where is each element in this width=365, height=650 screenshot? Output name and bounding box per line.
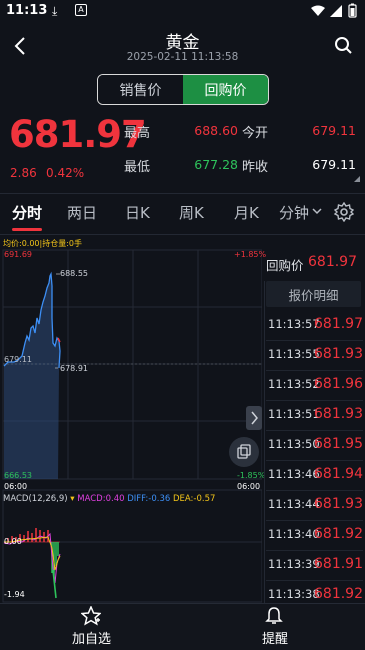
status-time: 11:13 bbox=[6, 3, 48, 18]
row-price: 681.94 bbox=[314, 466, 363, 482]
row-divider bbox=[266, 370, 363, 371]
pct-axis-top: +1.85% bbox=[234, 250, 267, 259]
low-label: 最低 bbox=[124, 160, 151, 175]
macd-params: MACD(12,26,9) bbox=[3, 494, 68, 504]
row-divider bbox=[266, 430, 363, 431]
wifi-icon bbox=[311, 5, 325, 16]
chevron-down-icon[interactable] bbox=[312, 208, 322, 215]
row-time: 11:13:46 bbox=[268, 467, 320, 481]
row-price: 681.92 bbox=[314, 586, 363, 602]
search-icon[interactable] bbox=[334, 36, 354, 56]
signal-icon bbox=[330, 5, 342, 17]
row-price: 681.93 bbox=[314, 496, 363, 512]
tab-minute[interactable]: 分钟 bbox=[279, 202, 309, 223]
tab-two-day[interactable]: 两日 bbox=[67, 202, 97, 223]
row-time: 11:13:51 bbox=[268, 407, 320, 421]
row-time: 11:13:50 bbox=[268, 437, 320, 451]
row-price: 681.95 bbox=[314, 436, 363, 452]
row-time: 11:13:55 bbox=[268, 347, 320, 361]
tab-weekly-k[interactable]: 周K bbox=[179, 202, 204, 223]
row-price: 681.93 bbox=[314, 346, 363, 362]
row-time: 11:13:52 bbox=[268, 377, 320, 391]
bottom-action-bar bbox=[0, 603, 365, 650]
price-type-toggle: 销售价 回购价 bbox=[97, 74, 269, 105]
tab-daily-k[interactable]: 日K bbox=[125, 202, 150, 223]
price-change: 2.86 bbox=[10, 166, 37, 180]
add-watchlist-label: 加自选 bbox=[72, 632, 112, 647]
row-time: 11:13:44 bbox=[268, 497, 320, 511]
row-divider bbox=[266, 580, 363, 581]
side-divider bbox=[264, 281, 265, 603]
macd-legend[interactable]: MACD(12,26,9) ▾ MACD:0.40 DIFF:-0.36 DEA… bbox=[3, 494, 215, 504]
high-label: 最高 bbox=[124, 126, 151, 141]
side-price-value: 681.97 bbox=[308, 254, 357, 270]
dea-value: DEA:-0.57 bbox=[172, 494, 216, 504]
row-time: 11:13:38 bbox=[268, 587, 320, 601]
row-divider bbox=[266, 520, 363, 521]
star-plus-icon bbox=[81, 606, 101, 626]
row-price: 681.96 bbox=[314, 376, 363, 392]
open-value: 679.11 bbox=[312, 123, 356, 138]
gear-icon[interactable] bbox=[334, 202, 354, 222]
alert-button[interactable]: 提醒 bbox=[245, 603, 303, 650]
row-price: 681.91 bbox=[314, 556, 363, 572]
prev-close-value: 679.11 bbox=[312, 157, 356, 172]
low-value: 677.28 bbox=[194, 157, 238, 172]
row-time: 11:13:39 bbox=[268, 557, 320, 571]
time-axis-end: 06:00 bbox=[237, 482, 261, 491]
copy-float-button[interactable] bbox=[229, 437, 259, 467]
price-change-pct: 0.42% bbox=[46, 166, 85, 180]
y-axis-bottom: 666.53 bbox=[4, 471, 32, 480]
status-bar: 11:13 ⤓ A bbox=[0, 0, 365, 24]
sell-price-tab[interactable]: 销售价 bbox=[98, 75, 183, 104]
intraday-chart[interactable] bbox=[0, 238, 262, 603]
download-icon: ⤓ bbox=[52, 4, 58, 18]
prev-close-label: 昨收 bbox=[242, 160, 269, 175]
copy-icon bbox=[237, 444, 251, 459]
collapse-panel-button[interactable] bbox=[246, 406, 262, 430]
prev-close-axis-label: 679.11 bbox=[4, 355, 32, 364]
time-axis-start: 06:00 bbox=[4, 482, 28, 491]
alert-label: 提醒 bbox=[262, 632, 289, 647]
macd-value: MACD:0.40 bbox=[77, 494, 125, 504]
quote-detail-button[interactable]: 报价明细 bbox=[266, 281, 361, 307]
tab-monthly-k[interactable]: 月K bbox=[234, 202, 259, 223]
macd-min-label: -1.94 bbox=[4, 590, 25, 599]
last-price-marker: 678.91 bbox=[60, 364, 88, 373]
active-tab-indicator bbox=[12, 228, 42, 231]
row-divider bbox=[266, 340, 363, 341]
chart-legend: 均价:0.00|持仓量:0手 bbox=[3, 239, 82, 248]
buyback-price-tab[interactable]: 回购价 bbox=[183, 75, 268, 104]
row-price: 681.97 bbox=[314, 316, 363, 332]
row-time: 11:13:40 bbox=[268, 527, 320, 541]
row-divider bbox=[266, 490, 363, 491]
row-divider bbox=[266, 550, 363, 551]
high-value: 688.60 bbox=[194, 123, 238, 138]
expand-corner-icon[interactable] bbox=[354, 176, 360, 182]
y-axis-top: 691.69 bbox=[4, 250, 32, 259]
divider bbox=[0, 234, 365, 235]
row-price: 681.92 bbox=[314, 526, 363, 542]
app-notification-icon: A bbox=[75, 4, 87, 16]
row-time: 11:13:57 bbox=[268, 317, 320, 331]
diff-value: DIFF:-0.36 bbox=[127, 494, 171, 504]
row-price: 681.93 bbox=[314, 406, 363, 422]
add-watchlist-button[interactable]: 加自选 bbox=[60, 603, 122, 650]
row-divider bbox=[266, 460, 363, 461]
tab-intraday[interactable]: 分时 bbox=[12, 202, 42, 223]
side-price-label: 回购价 bbox=[266, 258, 304, 273]
max-price-marker: 688.55 bbox=[60, 269, 88, 278]
page-title: 黄金 bbox=[165, 33, 200, 53]
macd-zero-label: 0.00 bbox=[4, 537, 22, 546]
bell-icon bbox=[265, 607, 283, 624]
quote-datetime: 2025-02-11 11:13:58 bbox=[126, 51, 239, 63]
macd-dropdown-icon: ▾ bbox=[70, 494, 75, 504]
divider bbox=[0, 193, 365, 194]
pct-axis-bottom: -1.85% bbox=[237, 471, 266, 480]
row-divider bbox=[266, 400, 363, 401]
open-label: 今开 bbox=[242, 126, 269, 141]
battery-icon bbox=[348, 3, 357, 18]
